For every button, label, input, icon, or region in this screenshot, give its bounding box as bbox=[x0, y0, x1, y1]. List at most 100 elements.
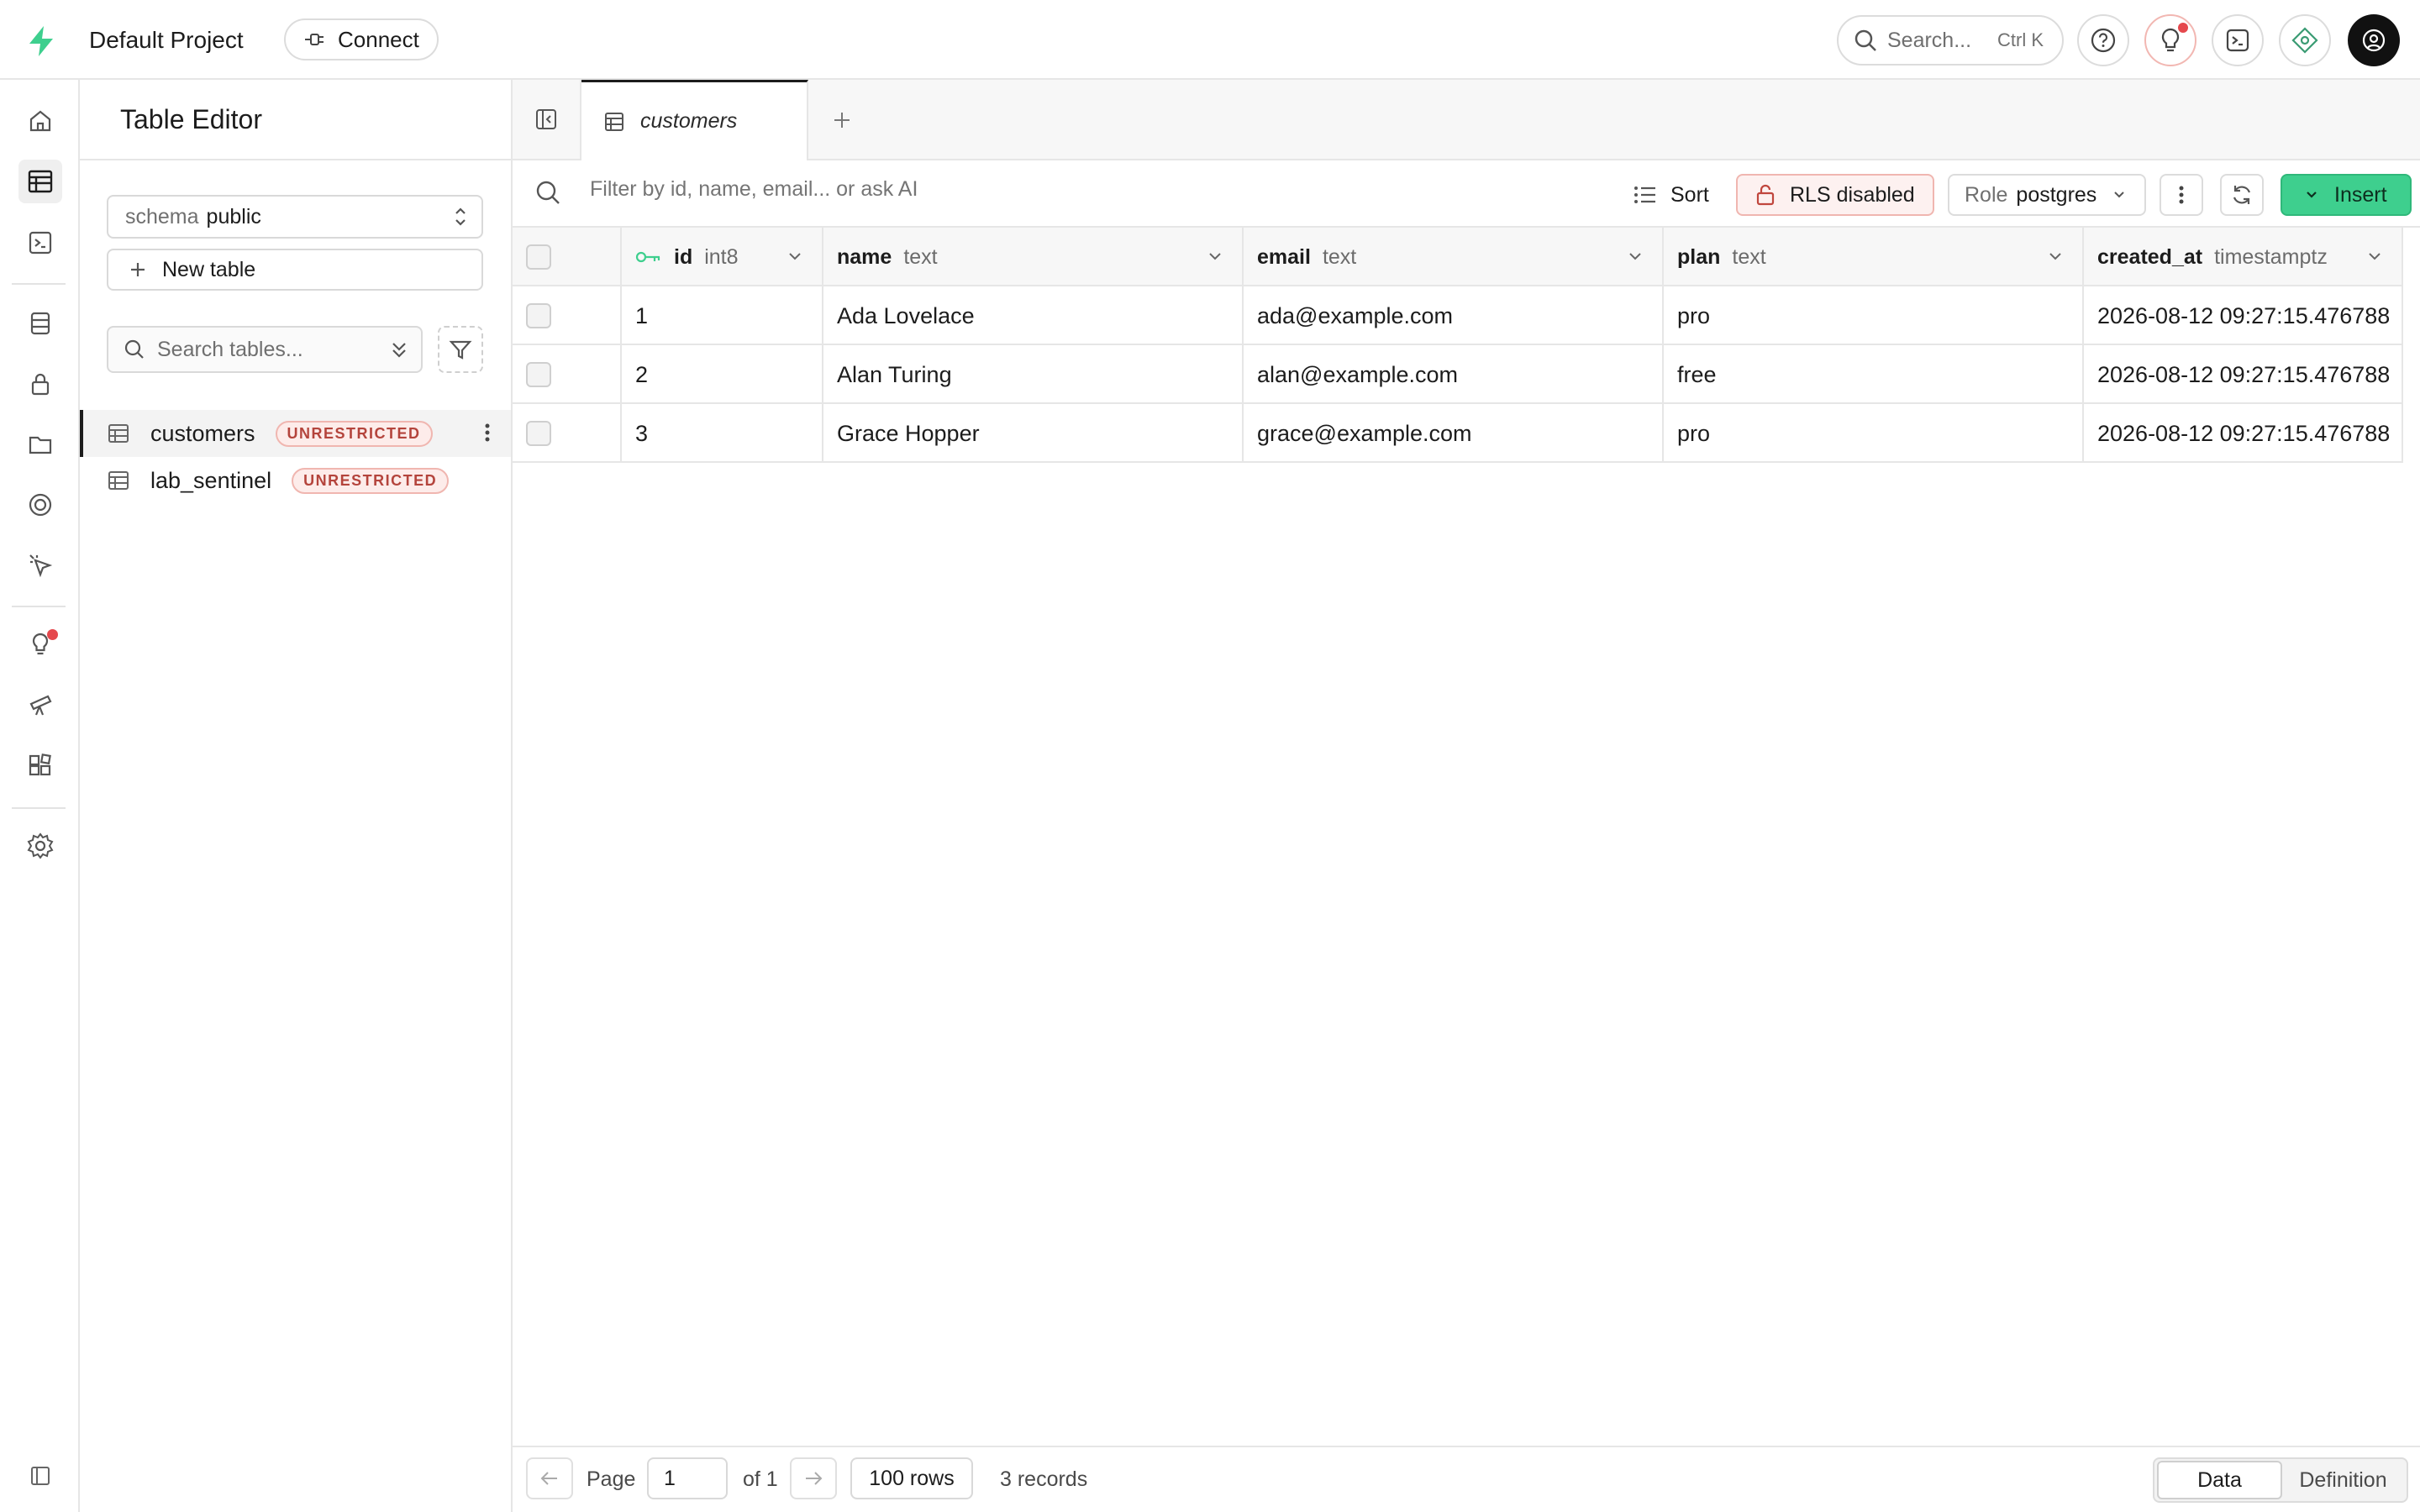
column-type: text bbox=[1732, 244, 1766, 269]
new-table-button[interactable]: New table bbox=[107, 249, 483, 291]
plug-icon bbox=[304, 31, 326, 48]
project-name[interactable]: Default Project bbox=[89, 24, 244, 57]
row-checkbox[interactable] bbox=[526, 362, 551, 387]
cell-plan[interactable]: pro bbox=[1664, 404, 2084, 463]
advisors-lightbulb-icon[interactable] bbox=[22, 626, 59, 663]
grid-footer: Page of 1 100 rows 3 records Data Defini… bbox=[513, 1446, 2420, 1512]
filter-input[interactable] bbox=[590, 177, 1262, 202]
role-select[interactable]: Role postgres bbox=[1948, 174, 2146, 216]
realtime-cursor-icon[interactable] bbox=[22, 547, 59, 584]
tab-customers[interactable]: customers bbox=[581, 80, 808, 160]
table-icon bbox=[107, 422, 130, 445]
auth-lock-icon[interactable] bbox=[22, 365, 59, 402]
table-row[interactable]: 2 Alan Turing alan@example.com free 2026… bbox=[513, 345, 2403, 404]
cell-plan[interactable]: pro bbox=[1664, 286, 2084, 345]
tab-definition[interactable]: Definition bbox=[2282, 1461, 2404, 1499]
cell-id[interactable]: 3 bbox=[622, 404, 823, 463]
column-header-created-at[interactable]: created_at timestamptz bbox=[2084, 228, 2403, 286]
refresh-button[interactable] bbox=[2220, 174, 2264, 216]
observability-telescope-icon[interactable] bbox=[22, 686, 59, 723]
search-icon bbox=[1854, 29, 1877, 52]
sort-button[interactable]: Sort bbox=[1623, 174, 1719, 216]
schema-select[interactable]: schema public bbox=[107, 195, 483, 239]
cell-id[interactable]: 2 bbox=[622, 345, 823, 404]
column-name: name bbox=[837, 244, 892, 269]
chevron-down-icon[interactable] bbox=[2047, 248, 2064, 265]
cell-id[interactable]: 1 bbox=[622, 286, 823, 345]
cell-created-at[interactable]: 2026-08-12 09:27:15.476788 bbox=[2084, 404, 2403, 463]
collapse-sidebar-button[interactable] bbox=[513, 80, 581, 159]
cell-name[interactable]: Grace Hopper bbox=[823, 404, 1244, 463]
sidebar-item-lab-sentinel[interactable]: lab_sentinel UNRESTRICTED bbox=[80, 457, 511, 504]
home-icon[interactable] bbox=[22, 102, 59, 139]
table-editor-icon[interactable] bbox=[18, 160, 62, 203]
previous-page-button[interactable] bbox=[526, 1457, 573, 1499]
rows-per-page-button[interactable]: 100 rows bbox=[850, 1457, 973, 1499]
rls-disabled-button[interactable]: RLS disabled bbox=[1736, 174, 1934, 216]
cell-name[interactable]: Ada Lovelace bbox=[823, 286, 1244, 345]
cell-email[interactable]: alan@example.com bbox=[1244, 345, 1664, 404]
cell-name[interactable]: Alan Turing bbox=[823, 345, 1244, 404]
chevron-down-icon bbox=[2304, 187, 2319, 202]
sidebar-item-customers[interactable]: customers UNRESTRICTED bbox=[80, 410, 511, 457]
column-header-email[interactable]: email text bbox=[1244, 228, 1664, 286]
add-tab-button[interactable] bbox=[825, 103, 859, 137]
column-header-id[interactable]: id int8 bbox=[622, 228, 823, 286]
page-count: of 1 bbox=[743, 1467, 778, 1491]
column-header-name[interactable]: name text bbox=[823, 228, 1244, 286]
chevron-down-icon[interactable] bbox=[1207, 248, 1223, 265]
search-tables-input[interactable]: Search tables... bbox=[107, 326, 423, 373]
plus-icon bbox=[832, 110, 852, 130]
integrations-icon[interactable] bbox=[22, 747, 59, 784]
avatar[interactable] bbox=[2348, 14, 2400, 66]
schema-value: public bbox=[206, 204, 261, 228]
column-header-plan[interactable]: plan text bbox=[1664, 228, 2084, 286]
cell-plan[interactable]: free bbox=[1664, 345, 2084, 404]
cell-created-at[interactable]: 2026-08-12 09:27:15.476788 bbox=[2084, 345, 2403, 404]
chevron-down-icon[interactable] bbox=[786, 248, 803, 265]
storage-folder-icon[interactable] bbox=[22, 426, 59, 463]
next-page-button[interactable] bbox=[790, 1457, 837, 1499]
cell-email[interactable]: ada@example.com bbox=[1244, 286, 1664, 345]
sql-editor-icon[interactable] bbox=[22, 224, 59, 261]
primary-key-icon bbox=[635, 249, 662, 265]
chevron-down-icon[interactable] bbox=[2366, 248, 2383, 265]
help-icon bbox=[2090, 27, 2117, 54]
row-checkbox[interactable] bbox=[526, 421, 551, 446]
table-row[interactable]: 1 Ada Lovelace ada@example.com pro 2026-… bbox=[513, 286, 2403, 345]
insert-button[interactable]: Insert bbox=[2281, 174, 2412, 216]
chevron-down-icon[interactable] bbox=[1627, 248, 1644, 265]
more-options-button[interactable] bbox=[2160, 174, 2203, 216]
connect-button[interactable]: Connect bbox=[284, 18, 439, 60]
table-sidebar: Table Editor schema public New table Sea… bbox=[80, 80, 513, 1512]
table-name: customers bbox=[150, 420, 255, 446]
table-row[interactable]: 3 Grace Hopper grace@example.com pro 202… bbox=[513, 404, 2403, 463]
sql-terminal-button[interactable] bbox=[2212, 14, 2264, 66]
cell-email[interactable]: grace@example.com bbox=[1244, 404, 1664, 463]
supabase-logo-icon[interactable] bbox=[24, 24, 59, 59]
column-type: text bbox=[903, 244, 938, 269]
search-icon bbox=[534, 179, 561, 206]
settings-gear-icon[interactable] bbox=[22, 827, 59, 864]
expand-sidebar-icon[interactable] bbox=[22, 1457, 59, 1494]
row-checkbox[interactable] bbox=[526, 303, 551, 328]
more-vertical-icon[interactable] bbox=[484, 422, 491, 444]
help-button[interactable] bbox=[2077, 14, 2129, 66]
filter-button[interactable] bbox=[438, 326, 483, 373]
assistant-button[interactable] bbox=[2279, 14, 2331, 66]
edge-functions-icon[interactable] bbox=[22, 486, 59, 523]
search-shortcut: Ctrl K bbox=[1997, 29, 2044, 50]
database-icon[interactable] bbox=[22, 305, 59, 342]
select-all-checkbox[interactable] bbox=[526, 244, 551, 270]
chevrons-down-icon[interactable] bbox=[389, 339, 409, 361]
rls-label: RLS disabled bbox=[1790, 182, 1915, 207]
tab-data[interactable]: Data bbox=[2157, 1461, 2282, 1499]
cell-created-at[interactable]: 2026-08-12 09:27:15.476788 bbox=[2084, 286, 2403, 345]
search-label: Search... bbox=[1887, 28, 1972, 52]
table-icon bbox=[107, 469, 130, 492]
page-number-input[interactable] bbox=[647, 1457, 728, 1499]
view-toggle: Data Definition bbox=[2153, 1457, 2408, 1503]
global-search-button[interactable]: Search... Ctrl K bbox=[1837, 15, 2064, 66]
search-icon bbox=[124, 339, 145, 360]
advisor-button[interactable] bbox=[2144, 14, 2196, 66]
